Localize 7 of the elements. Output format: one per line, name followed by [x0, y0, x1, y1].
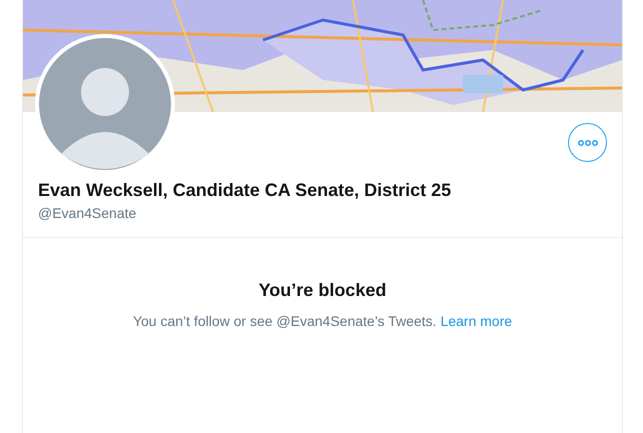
- profile-name: Evan Wecksell, Candidate CA Senate, District 25: [38, 179, 452, 202]
- more-button[interactable]: [568, 123, 607, 162]
- profile-handle: @Evan4Senate: [38, 204, 138, 223]
- blocked-title: You’re blocked: [258, 279, 388, 302]
- learn-more-link[interactable]: Learn more: [440, 313, 512, 329]
- blocked-message: You can’t follow or see @Evan4Senate’s Tweets.: [132, 313, 436, 329]
- more-icon: [578, 140, 598, 146]
